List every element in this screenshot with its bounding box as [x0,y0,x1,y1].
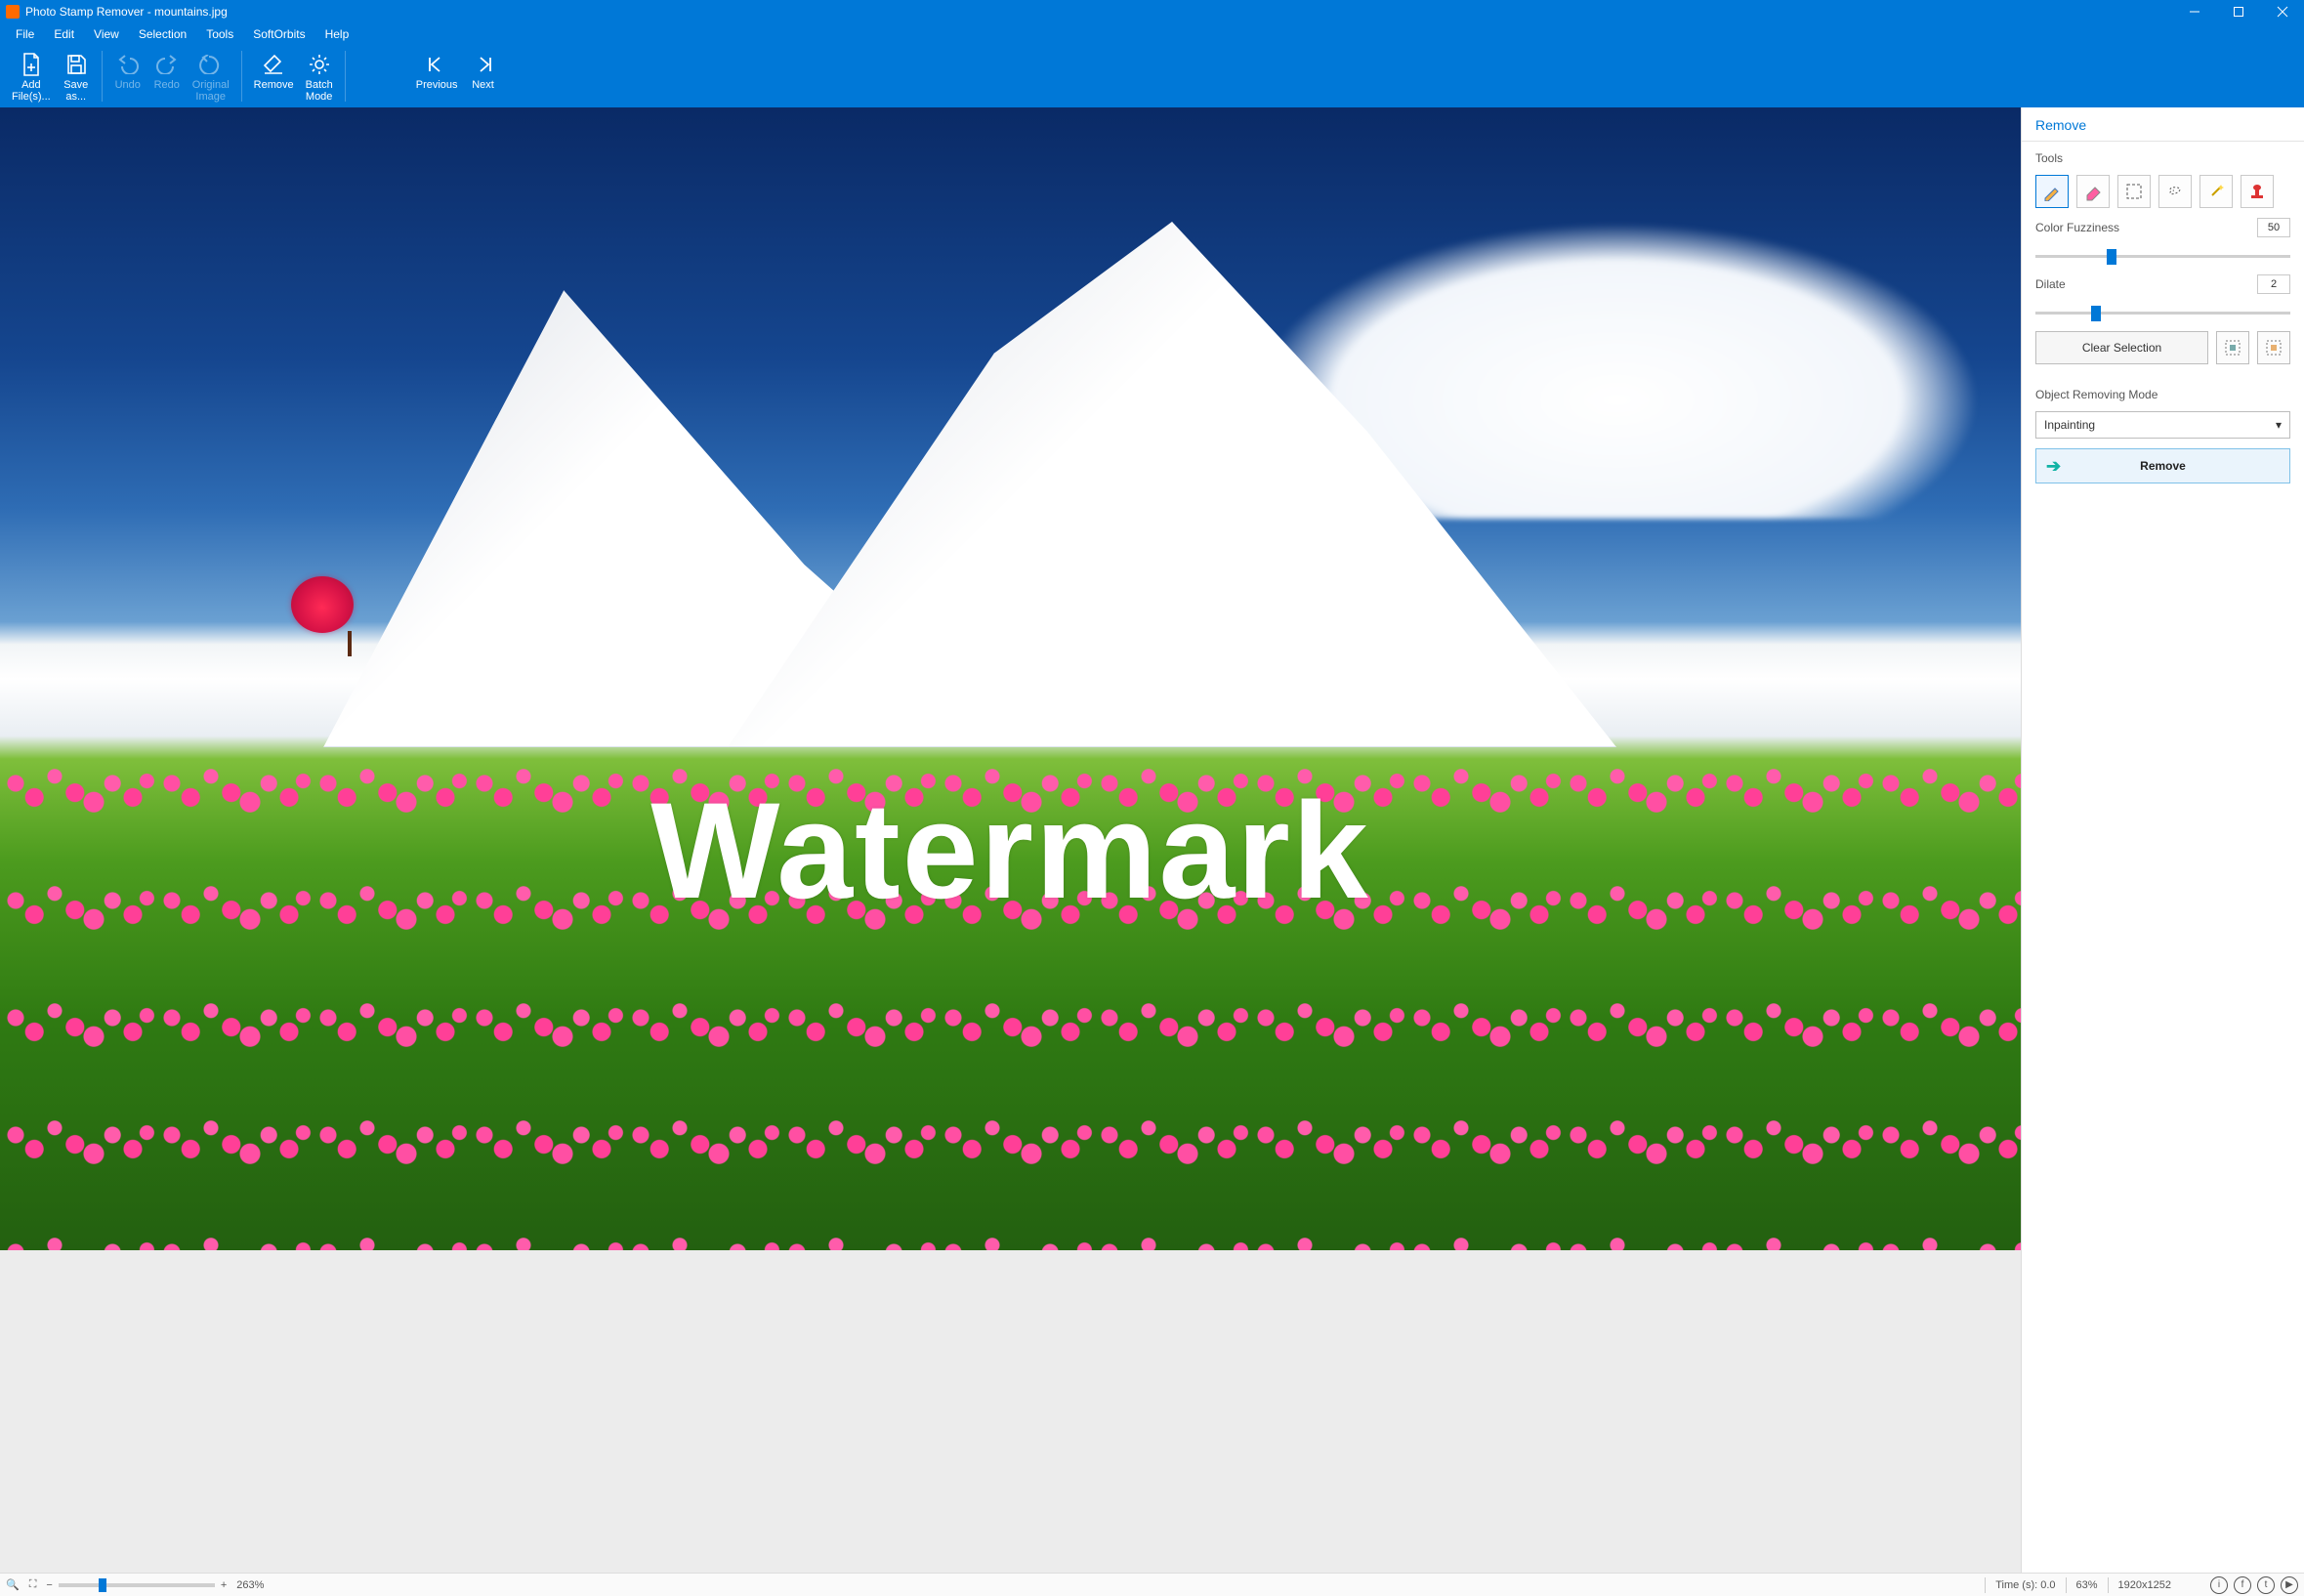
color-fuzziness-value[interactable]: 50 [2257,218,2290,237]
ribbon: Add File(s)... Save as... Undo [0,45,2304,107]
side-tab-remove[interactable]: Remove [2022,107,2304,142]
original-image-icon [199,51,223,78]
tools-label: Tools [2035,151,2290,165]
eraser-icon [2083,182,2103,201]
tool-stamp[interactable] [2241,175,2274,208]
menu-edit[interactable]: Edit [46,25,82,43]
menu-view[interactable]: View [86,25,127,43]
app-icon [6,5,20,19]
menubar: File Edit View Selection Tools SoftOrbit… [0,23,2304,45]
menu-softorbits[interactable]: SoftOrbits [245,25,313,43]
original-image-button[interactable]: Original Image [187,47,235,105]
zoom-in-button[interactable]: + [221,1579,227,1591]
eraser-icon [261,51,286,78]
batch-mode-button[interactable]: Batch Mode [300,47,339,105]
time-label: Time (s): 0.0 [1995,1579,2055,1591]
magic-wand-icon [2206,182,2226,201]
rect-select-icon [2124,182,2144,201]
zoom-out-button[interactable]: − [46,1579,52,1591]
titlebar: Photo Stamp Remover - mountains.jpg [0,0,2304,23]
undo-button[interactable]: Undo [108,47,147,105]
save-icon [64,51,88,78]
dilate-label: Dilate [2035,277,2066,291]
gear-icon [308,51,331,78]
pencil-icon [2042,182,2062,201]
clear-selection-button[interactable]: Clear Selection [2035,331,2208,364]
add-files-button[interactable]: Add File(s)... [6,47,57,105]
save-selection-button[interactable] [2216,331,2249,364]
load-selection-button[interactable] [2257,331,2290,364]
minimize-button[interactable] [2172,0,2216,23]
color-fuzziness-label: Color Fuzziness [2035,221,2119,234]
save-selection-icon [2223,338,2242,357]
load-selection-icon [2264,338,2283,357]
color-fuzziness-slider[interactable] [2035,247,2290,265]
next-icon [473,51,494,78]
zoom-percent: 263% [236,1579,264,1591]
previous-icon [426,51,447,78]
status-bar: 🔍 ⛶ − + 263% Time (s): 0.0 63% 1920x1252… [0,1573,2304,1596]
tool-rect-select[interactable] [2117,175,2151,208]
watermark-text: Watermark [0,772,2021,930]
menu-tools[interactable]: Tools [198,25,241,43]
previous-button[interactable]: Previous [410,47,464,105]
stamp-icon [2247,182,2267,201]
window-title: Photo Stamp Remover - mountains.jpg [25,5,228,19]
zoom-right: 63% [2076,1579,2098,1591]
arrow-right-icon: ➔ [2046,456,2061,477]
maximize-button[interactable] [2216,0,2260,23]
tool-eraser[interactable] [2076,175,2110,208]
next-button[interactable]: Next [464,47,503,105]
menu-selection[interactable]: Selection [131,25,194,43]
canvas-area[interactable]: Watermark [0,107,2021,1573]
undo-icon [116,51,140,78]
image-preview: Watermark [0,107,2021,1250]
tool-pencil[interactable] [2035,175,2069,208]
youtube-icon[interactable]: ▶ [2281,1576,2298,1594]
tool-magic-wand[interactable] [2199,175,2233,208]
dimensions: 1920x1252 [2118,1579,2171,1591]
mode-label: Object Removing Mode [2035,388,2290,401]
fit-icon[interactable]: ⛶ [29,1578,37,1591]
facebook-icon[interactable]: f [2234,1576,2251,1594]
save-as-button[interactable]: Save as... [57,47,96,105]
close-button[interactable] [2260,0,2304,23]
menu-file[interactable]: File [8,25,42,43]
dilate-value[interactable]: 2 [2257,274,2290,294]
twitter-icon[interactable]: t [2257,1576,2275,1594]
redo-icon [155,51,179,78]
menu-help[interactable]: Help [317,25,357,43]
remove-ribbon-button[interactable]: Remove [248,47,300,105]
lasso-icon [2165,182,2185,201]
add-file-icon [21,51,42,78]
remove-button[interactable]: ➔ Remove [2035,448,2290,483]
zoom-slider[interactable] [59,1583,215,1587]
side-panel: Remove Tools [2021,107,2304,1573]
redo-button[interactable]: Redo [147,47,187,105]
tool-lasso[interactable] [2158,175,2192,208]
mode-combo[interactable]: Inpainting ▾ [2035,411,2290,439]
dilate-slider[interactable] [2035,304,2290,321]
zoom-in-icon[interactable]: 🔍 [6,1578,20,1591]
info-icon[interactable]: i [2210,1576,2228,1594]
chevron-down-icon: ▾ [2276,418,2282,432]
